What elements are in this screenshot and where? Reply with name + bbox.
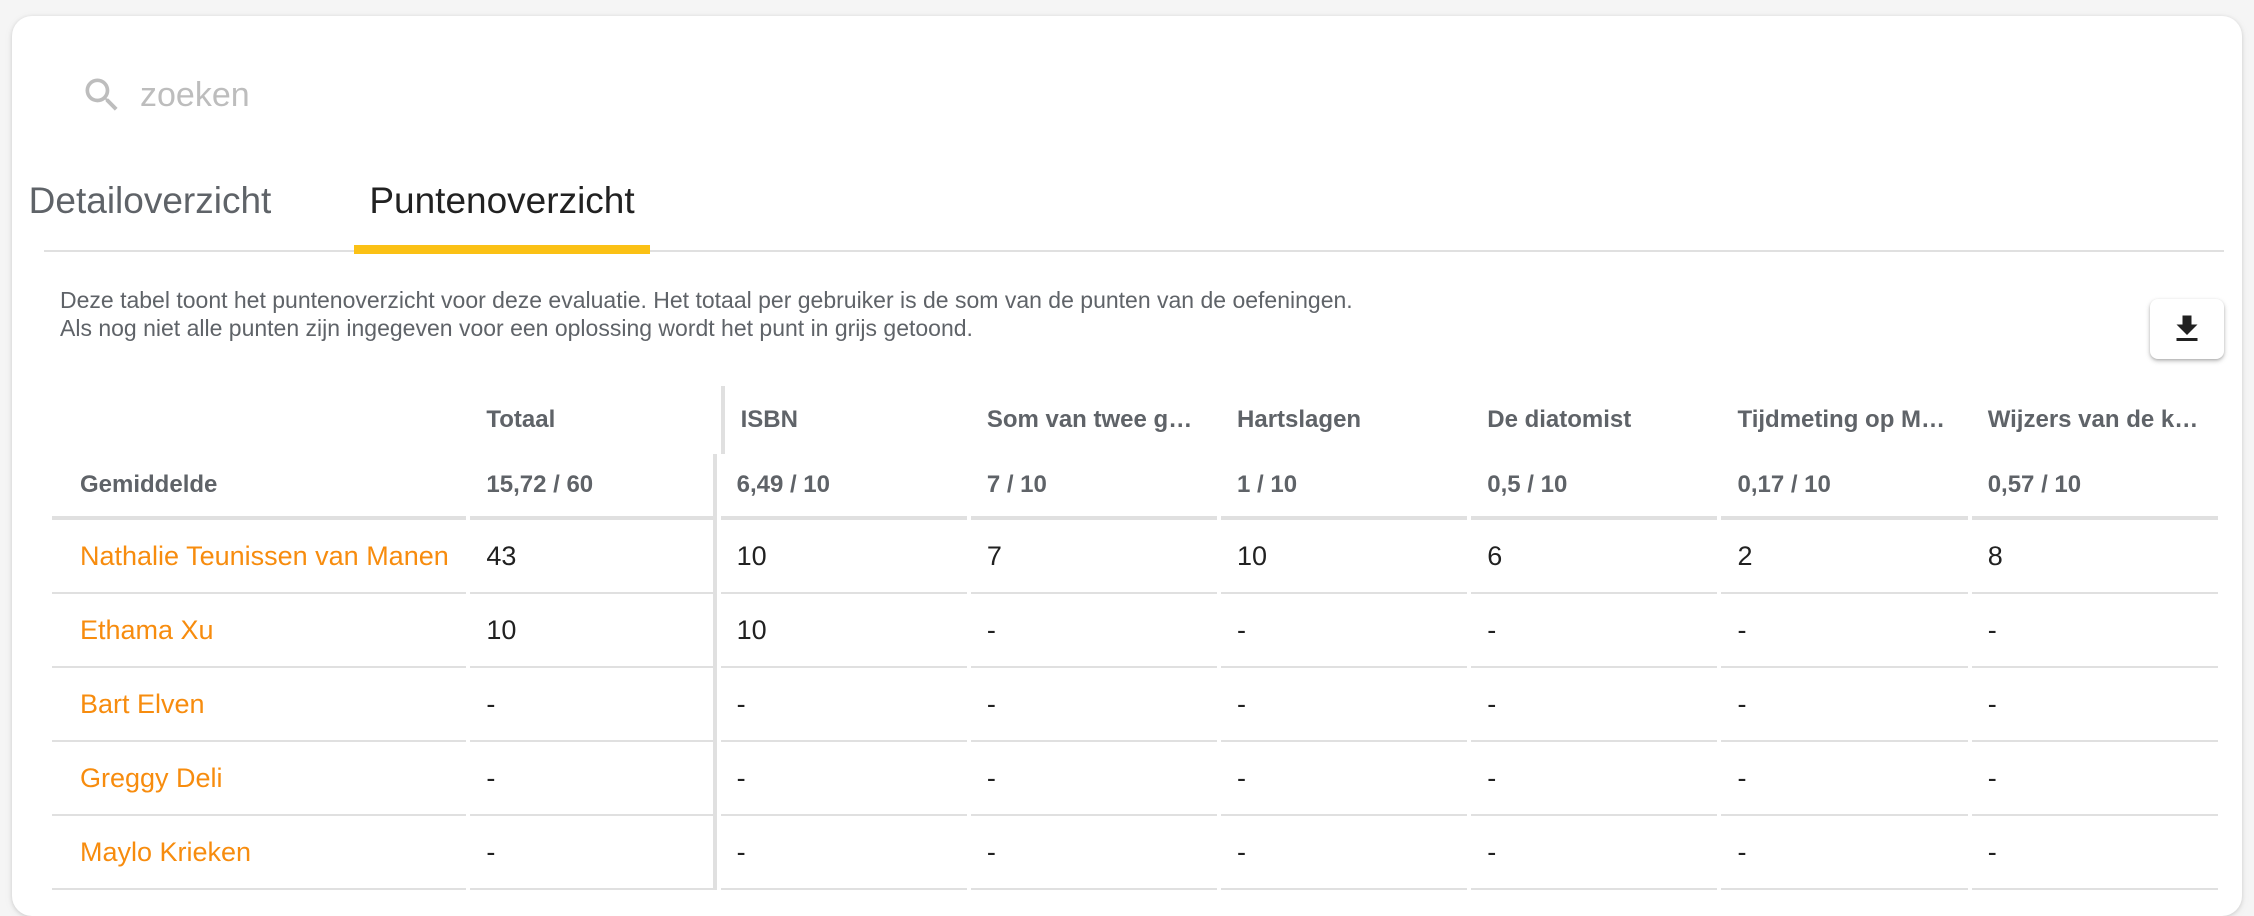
exercise-score[interactable]: - — [1471, 594, 1718, 668]
exercise-score[interactable]: - — [1721, 668, 1968, 742]
exercise-score[interactable]: - — [1221, 594, 1468, 668]
exercise-score[interactable]: 7 — [970, 520, 1218, 594]
download-button[interactable] — [2150, 299, 2224, 359]
user-name-cell: Maylo Krieken — [52, 816, 467, 890]
header-exercise-de-diatomist[interactable]: De diatomist — [1471, 386, 1717, 454]
table-row: Bart Elven - - - - - - - — [52, 668, 2218, 742]
average-score: 6,49 / 10 — [720, 454, 967, 520]
header-exercise-wijzers-van-de-klok[interactable]: Wijzers van de klok — [1972, 386, 2218, 454]
average-score: 0,57 / 10 — [1971, 454, 2218, 520]
exercise-score[interactable]: 2 — [1721, 520, 1968, 594]
exercise-score[interactable]: 10 — [720, 520, 967, 594]
exercise-score[interactable]: - — [1221, 742, 1468, 816]
description: Deze tabel toont het puntenoverzicht voo… — [60, 286, 1353, 342]
exercise-score[interactable]: 6 — [1471, 520, 1718, 594]
exercise-score[interactable]: - — [1721, 594, 1968, 668]
exercise-score[interactable]: 10 — [720, 594, 967, 668]
table-row: Ethama Xu 10 10- - - - - — [52, 594, 2218, 668]
user-total: - — [470, 742, 717, 816]
exercise-score[interactable]: - — [1471, 816, 1718, 890]
search-input[interactable] — [140, 75, 940, 115]
exercise-score[interactable]: - — [1971, 742, 2218, 816]
user-link[interactable]: Nathalie Teunissen van Manen — [80, 541, 449, 571]
user-name-cell: Nathalie Teunissen van Manen — [52, 520, 467, 594]
average-score: 1 / 10 — [1221, 454, 1468, 520]
search-bar — [80, 60, 980, 130]
tab-detailoverzicht[interactable]: Detailoverzicht — [29, 156, 272, 252]
average-score: 0,17 / 10 — [1721, 454, 1968, 520]
exercise-score[interactable]: - — [970, 816, 1218, 890]
exercise-score[interactable]: - — [1721, 742, 1968, 816]
header-total: Totaal — [486, 406, 556, 433]
exercise-score[interactable]: 8 — [1971, 520, 2218, 594]
average-score: 0,5 / 10 — [1471, 454, 1718, 520]
exercise-score[interactable]: - — [720, 668, 967, 742]
average-label: Gemiddelde — [52, 454, 467, 520]
description-line-1: Deze tabel toont het puntenoverzicht voo… — [60, 287, 1353, 313]
header-row: Totaal ISBN Som van twee get... Hartslag… — [52, 386, 2218, 454]
user-total: - — [470, 668, 717, 742]
table-row: Maylo Krieken - - - - - - - — [52, 816, 2218, 890]
user-total: 43 — [470, 520, 717, 594]
header-exercise-hartslagen[interactable]: Hartslagen — [1221, 386, 1467, 454]
table-row: Greggy Deli - - - - - - - — [52, 742, 2218, 816]
exercise-score[interactable]: - — [1221, 816, 1468, 890]
exercise-score[interactable]: 10 — [1221, 520, 1468, 594]
header-name-cell — [52, 386, 466, 454]
exercise-score[interactable]: - — [1971, 668, 2218, 742]
user-name-cell: Ethama Xu — [52, 594, 467, 668]
exercise-score[interactable]: - — [1721, 816, 1968, 890]
exercise-score[interactable]: - — [1221, 668, 1468, 742]
user-total: - — [470, 816, 717, 890]
exercise-score[interactable]: - — [1971, 816, 2218, 890]
user-link[interactable]: Ethama Xu — [80, 615, 214, 645]
average-score: 7 / 10 — [970, 454, 1218, 520]
evaluation-card: Detailoverzicht Puntenoverzicht Deze tab… — [12, 16, 2242, 916]
user-link[interactable]: Maylo Krieken — [80, 837, 251, 867]
score-table: Totaal ISBN Som van twee get... Hartslag… — [48, 386, 2222, 890]
exercise-score[interactable]: - — [1971, 594, 2218, 668]
description-line-2: Als nog niet alle punten zijn ingegeven … — [60, 315, 973, 341]
header-exercise-isbn[interactable]: ISBN — [720, 386, 967, 454]
exercise-score[interactable]: - — [720, 816, 967, 890]
search-icon — [85, 78, 118, 111]
average-row: Gemiddelde 15,72 / 60 6,49 / 10 7 / 10 1… — [52, 454, 2218, 520]
tab-bar: Detailoverzicht Puntenoverzicht — [29, 156, 2224, 254]
download-icon — [2176, 315, 2198, 341]
exercise-score[interactable]: - — [970, 594, 1218, 668]
exercise-score[interactable]: - — [1471, 668, 1718, 742]
exercise-score[interactable]: - — [970, 668, 1218, 742]
tab-puntenoverzicht[interactable]: Puntenoverzicht — [354, 156, 650, 254]
table-row: Nathalie Teunissen van Manen 43 10 7 10 6 2 8 — [52, 520, 2218, 594]
header-exercise-som-van-twee[interactable]: Som van twee get... — [971, 386, 1217, 454]
user-name-cell: Greggy Deli — [52, 742, 467, 816]
average-total: 15,72 / 60 — [470, 454, 717, 520]
user-link[interactable]: Greggy Deli — [80, 763, 223, 793]
user-name-cell: Bart Elven — [52, 668, 467, 742]
exercise-score[interactable]: - — [720, 742, 967, 816]
exercise-score[interactable]: - — [970, 742, 1218, 816]
exercise-score[interactable]: - — [1471, 742, 1718, 816]
user-total: 10 — [470, 594, 717, 668]
header-exercise-tijdmeting-op-mars[interactable]: Tijdmeting op Mars — [1721, 386, 1967, 454]
user-link[interactable]: Bart Elven — [80, 689, 205, 719]
